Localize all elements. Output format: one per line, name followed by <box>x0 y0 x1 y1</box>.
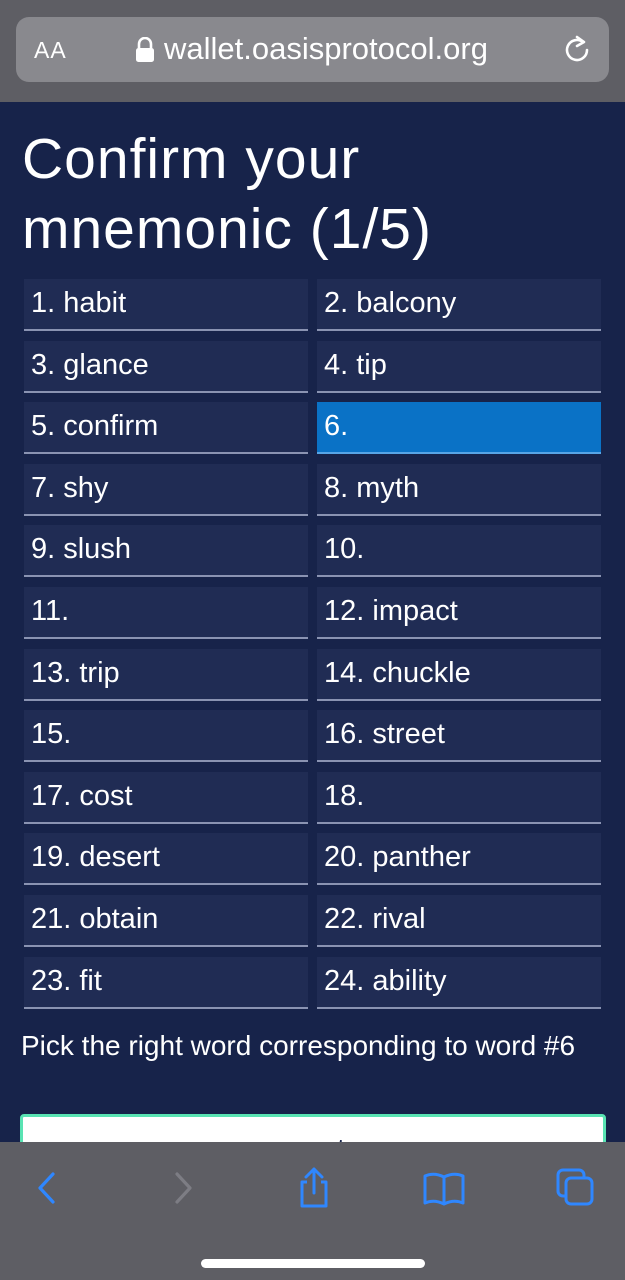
mnemonic-word-cell: 8. myth <box>317 463 601 516</box>
mnemonic-word-cell: 17. cost <box>24 771 308 824</box>
mnemonic-word-cell: 24. ability <box>317 956 601 1009</box>
mnemonic-word-cell: 23. fit <box>24 956 308 1009</box>
mnemonic-word-cell: 9. slush <box>24 525 308 578</box>
pick-word-prompt: Pick the right word corresponding to wor… <box>21 1030 576 1061</box>
mnemonic-word-cell: 12. impact <box>317 587 601 639</box>
mnemonic-word-cell: 15. <box>24 710 308 763</box>
bookmarks-icon[interactable] <box>422 1166 466 1210</box>
share-icon[interactable] <box>292 1166 336 1210</box>
word-choice-button[interactable]: grunt <box>20 1114 606 1142</box>
address-bar[interactable]: AA wallet.oasisprotocol.org <box>16 17 609 82</box>
mnemonic-word-cell: 21. obtain <box>24 895 308 947</box>
mnemonic-word-cell: 1. habit <box>24 279 308 331</box>
mnemonic-word-cell: 5. confirm <box>24 402 308 455</box>
mnemonic-word-cell: 7. shy <box>24 463 308 516</box>
mnemonic-word-cell: 13. trip <box>24 648 308 701</box>
home-indicator <box>201 1259 425 1268</box>
forward-icon[interactable] <box>160 1166 204 1210</box>
page-title: Confirm your mnemonic (1/5) <box>22 127 432 261</box>
mnemonic-word-cell: 19. desert <box>24 833 308 886</box>
browser-top-bar: AA wallet.oasisprotocol.org <box>0 0 625 102</box>
tabs-icon[interactable] <box>554 1166 598 1210</box>
mnemonic-word-cell: 16. street <box>317 710 601 763</box>
mnemonic-word-cell: 6. <box>317 402 601 455</box>
mnemonic-word-cell: 10. <box>317 525 601 578</box>
back-icon[interactable] <box>26 1166 70 1210</box>
mnemonic-word-cell: 18. <box>317 771 601 824</box>
page-content: Confirm your mnemonic (1/5) 1. habit 2. b… <box>0 102 625 1142</box>
mnemonic-word-cell: 3. glance <box>24 340 308 393</box>
mnemonic-word-cell: 2. balcony <box>317 279 601 331</box>
mnemonic-word-cell: 11. <box>24 587 308 639</box>
url-text[interactable]: wallet.oasisprotocol.org <box>164 31 488 67</box>
mnemonic-word-cell: 4. tip <box>317 340 601 393</box>
word-choice-label: grunt <box>23 1133 603 1142</box>
reload-icon[interactable] <box>561 34 593 66</box>
mnemonic-word-cell: 14. chuckle <box>317 648 601 701</box>
mnemonic-word-cell: 22. rival <box>317 895 601 947</box>
mnemonic-word-cell: 20. panther <box>317 833 601 886</box>
text-size-button[interactable]: AA <box>34 37 67 64</box>
browser-bottom-toolbar <box>0 1142 625 1280</box>
lock-icon <box>136 37 154 62</box>
